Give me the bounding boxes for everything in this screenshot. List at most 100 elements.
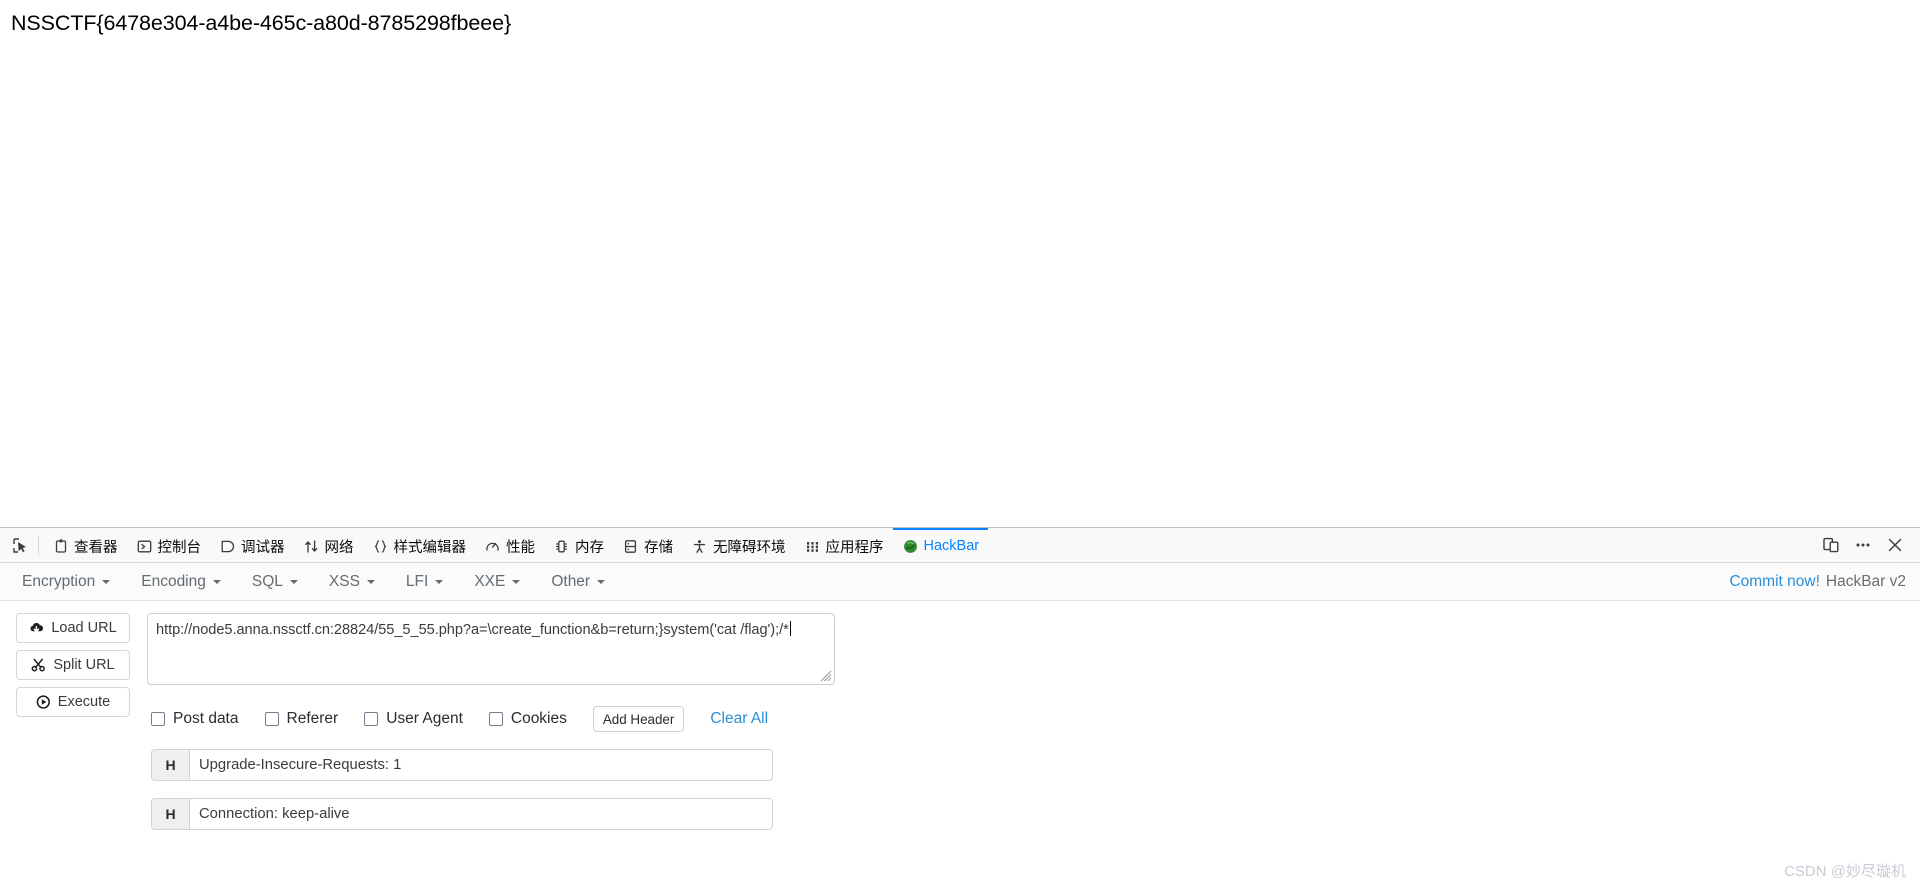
tab-memory-label: 内存 (575, 539, 604, 556)
menu-xss-label: XSS (328, 572, 360, 590)
chevron-down-icon (289, 579, 298, 584)
tab-hackbar-label: HackBar (923, 538, 980, 554)
post-data-label: Post data (173, 710, 239, 727)
cookies-checkbox[interactable] (488, 712, 503, 726)
play-circle-icon (36, 695, 51, 709)
flag-output-text: NSSCTF{6478e304-a4be-465c-a80d-8785298fb… (11, 11, 512, 35)
hackbar-main-column: http://node5.anna.nssctf.cn:28824/55_5_5… (130, 613, 1920, 830)
header-value[interactable]: Upgrade-Insecure-Requests: 1 (190, 750, 772, 780)
menu-sql-label: SQL (251, 572, 283, 590)
clear-all-link[interactable]: Clear All (710, 710, 768, 728)
chevron-down-icon (102, 579, 111, 584)
tab-style-editor-label: 样式编辑器 (393, 539, 467, 556)
tabbar-spacer (988, 528, 1816, 562)
user-agent-checkbox[interactable] (364, 712, 379, 726)
load-url-label: Load URL (51, 620, 117, 636)
menu-encoding-label: Encoding (141, 572, 206, 590)
console-icon (136, 538, 153, 555)
header-value[interactable]: Connection: keep-alive (190, 799, 772, 829)
tab-network[interactable]: 网络 (294, 528, 363, 562)
tab-storage-label: 存储 (644, 539, 673, 556)
tab-accessibility-label: 无障碍环境 (713, 539, 786, 556)
option-user-agent[interactable]: User Agent (364, 710, 463, 728)
text-cursor (789, 621, 791, 636)
tab-application-label: 应用程序 (825, 539, 884, 556)
header-row[interactable]: H Connection: keep-alive (151, 798, 773, 830)
menu-encryption[interactable]: Encryption (22, 572, 111, 591)
add-header-button[interactable]: Add Header (592, 706, 685, 732)
option-referer[interactable]: Referer (264, 710, 339, 728)
header-type-tag: H (152, 799, 190, 829)
post-data-checkbox[interactable] (151, 712, 165, 726)
tab-performance-label: 性能 (506, 539, 535, 556)
hackbar-icon (902, 538, 919, 555)
menu-encoding[interactable]: Encoding (141, 573, 221, 591)
tab-application[interactable]: 应用程序 (795, 528, 893, 562)
devtools-tabbar: 查看器 控制台 调试器 网络 样式编辑器 性能 内存 存储 无障碍环境 应用程序… (0, 528, 1920, 563)
close-icon[interactable] (1880, 530, 1910, 560)
split-url-button[interactable]: Split URL (16, 650, 130, 680)
menu-sql[interactable]: SQL (252, 573, 298, 591)
url-textarea[interactable]: http://node5.anna.nssctf.cn:28824/55_5_5… (147, 613, 835, 685)
hackbar-options-row: Post data Referer User Agent Cookies Add… (147, 706, 1920, 732)
header-row[interactable]: H Upgrade-Insecure-Requests: 1 (151, 749, 773, 781)
chevron-down-icon (512, 579, 521, 584)
menu-encryption-label: Encryption (22, 572, 96, 590)
scissors-icon (31, 658, 46, 672)
tab-performance[interactable]: 性能 (475, 528, 544, 562)
tab-debugger-label: 调试器 (241, 539, 285, 556)
execute-button[interactable]: Execute (16, 687, 130, 717)
network-icon (303, 538, 320, 555)
hackbar-top-row: Load URL Split URL Execute http://node5.… (0, 613, 1920, 830)
split-url-label: Split URL (53, 657, 115, 673)
inspector-icon (52, 538, 69, 555)
url-value: http://node5.anna.nssctf.cn:28824/55_5_5… (156, 621, 791, 638)
application-icon (804, 538, 821, 555)
tab-inspector[interactable]: 查看器 (43, 528, 127, 562)
chevron-down-icon (212, 579, 221, 584)
commit-now-link[interactable]: Commit now! (1729, 573, 1819, 591)
chevron-down-icon (366, 579, 375, 584)
user-agent-label: User Agent (386, 710, 463, 727)
execute-label: Execute (57, 694, 111, 710)
menu-xss[interactable]: XSS (329, 573, 375, 591)
option-cookies[interactable]: Cookies (488, 710, 567, 728)
tab-console-label: 控制台 (157, 539, 202, 556)
chevron-down-icon (597, 579, 606, 584)
browser-page-viewport: NSSCTF{6478e304-a4be-465c-a80d-8785298fb… (0, 0, 1920, 527)
menu-lfi[interactable]: LFI (405, 572, 444, 591)
style-editor-icon (372, 538, 389, 555)
cloud-download-icon (29, 621, 44, 635)
cookies-label: Cookies (510, 710, 567, 727)
referer-checkbox[interactable] (264, 712, 279, 726)
tab-console[interactable]: 控制台 (127, 528, 211, 562)
load-url-button[interactable]: Load URL (16, 613, 130, 643)
tab-style-editor[interactable]: 样式编辑器 (363, 528, 476, 562)
menu-lfi-label: LFI (405, 572, 429, 590)
accessibility-icon (691, 538, 708, 555)
tab-storage[interactable]: 存储 (613, 528, 682, 562)
memory-icon (553, 538, 570, 555)
option-post-data[interactable]: Post data (151, 710, 239, 728)
debugger-icon (219, 538, 236, 555)
tab-debugger[interactable]: 调试器 (210, 528, 294, 562)
menu-xxe-label: XXE (474, 572, 506, 590)
menu-other[interactable]: Other (551, 573, 606, 591)
devtools-panel: 查看器 控制台 调试器 网络 样式编辑器 性能 内存 存储 无障碍环境 应用程序… (0, 527, 1920, 889)
tabbar-divider (38, 535, 39, 555)
performance-icon (484, 538, 501, 555)
tab-accessibility[interactable]: 无障碍环境 (682, 528, 795, 562)
tab-memory[interactable]: 内存 (544, 528, 613, 562)
storage-icon (622, 538, 639, 555)
tab-network-label: 网络 (324, 539, 354, 556)
element-picker-icon[interactable] (4, 528, 36, 562)
referer-label: Referer (286, 710, 339, 727)
csdn-watermark: CSDN @妙尽璇机 (1784, 863, 1906, 880)
meatball-menu-icon[interactable] (1848, 530, 1878, 560)
url-value-text: http://node5.anna.nssctf.cn:28824/55_5_5… (156, 622, 789, 638)
tab-inspector-label: 查看器 (74, 539, 118, 556)
menu-xxe[interactable]: XXE (474, 572, 521, 591)
responsive-design-mode-icon[interactable] (1816, 530, 1846, 560)
resize-grip-icon[interactable] (820, 670, 832, 682)
tab-hackbar[interactable]: HackBar (892, 528, 989, 562)
